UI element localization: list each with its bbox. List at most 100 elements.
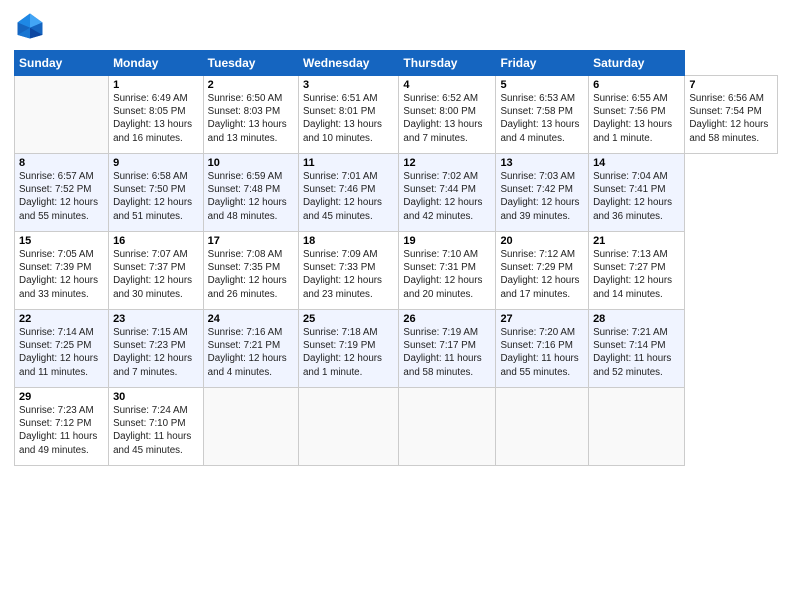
daylight: Daylight: 12 hours and 30 minutes. — [113, 275, 192, 299]
sunrise: Sunrise: 6:58 AM — [113, 171, 188, 182]
daylight: Daylight: 12 hours and 55 minutes. — [19, 197, 98, 221]
daylight: Daylight: 12 hours and 39 minutes. — [500, 197, 579, 221]
day-info: Sunrise: 6:52 AM Sunset: 8:00 PM Dayligh… — [403, 92, 491, 145]
day-info: Sunrise: 7:20 AM Sunset: 7:16 PM Dayligh… — [500, 326, 584, 379]
day-number: 20 — [500, 235, 584, 247]
calendar-week-3: 15 Sunrise: 7:05 AM Sunset: 7:39 PM Dayl… — [15, 232, 778, 310]
day-number: 22 — [19, 313, 104, 325]
day-number: 27 — [500, 313, 584, 325]
daylight: Daylight: 12 hours and 17 minutes. — [500, 275, 579, 299]
sunset: Sunset: 7:25 PM — [19, 340, 91, 351]
logo-icon — [14, 10, 46, 42]
daylight: Daylight: 12 hours and 58 minutes. — [689, 119, 768, 143]
day-number: 1 — [113, 79, 199, 91]
sunset: Sunset: 7:16 PM — [500, 340, 572, 351]
table-row — [399, 388, 496, 466]
calendar-body: 1 Sunrise: 6:49 AM Sunset: 8:05 PM Dayli… — [15, 76, 778, 466]
day-number: 25 — [303, 313, 394, 325]
daylight: Daylight: 12 hours and 7 minutes. — [113, 353, 192, 377]
day-number: 8 — [19, 157, 104, 169]
day-info: Sunrise: 6:50 AM Sunset: 8:03 PM Dayligh… — [208, 92, 294, 145]
sunset: Sunset: 7:41 PM — [593, 184, 665, 195]
table-row — [496, 388, 589, 466]
sunrise: Sunrise: 7:24 AM — [113, 405, 188, 416]
day-info: Sunrise: 6:55 AM Sunset: 7:56 PM Dayligh… — [593, 92, 680, 145]
daylight: Daylight: 12 hours and 26 minutes. — [208, 275, 287, 299]
day-info: Sunrise: 6:59 AM Sunset: 7:48 PM Dayligh… — [208, 170, 294, 223]
sunrise: Sunrise: 7:12 AM — [500, 249, 575, 260]
day-info: Sunrise: 6:58 AM Sunset: 7:50 PM Dayligh… — [113, 170, 199, 223]
sunrise: Sunrise: 6:53 AM — [500, 93, 575, 104]
daylight: Daylight: 11 hours and 52 minutes. — [593, 353, 671, 377]
sunset: Sunset: 7:35 PM — [208, 262, 280, 273]
daylight: Daylight: 13 hours and 16 minutes. — [113, 119, 192, 143]
sunset: Sunset: 7:27 PM — [593, 262, 665, 273]
sunset: Sunset: 7:33 PM — [303, 262, 375, 273]
day-info: Sunrise: 7:02 AM Sunset: 7:44 PM Dayligh… — [403, 170, 491, 223]
table-row: 12 Sunrise: 7:02 AM Sunset: 7:44 PM Dayl… — [399, 154, 496, 232]
day-number: 28 — [593, 313, 680, 325]
day-info: Sunrise: 7:18 AM Sunset: 7:19 PM Dayligh… — [303, 326, 394, 379]
day-number: 30 — [113, 391, 199, 403]
sunset: Sunset: 7:19 PM — [303, 340, 375, 351]
sunrise: Sunrise: 6:56 AM — [689, 93, 764, 104]
daylight: Daylight: 13 hours and 7 minutes. — [403, 119, 482, 143]
daylight: Daylight: 12 hours and 51 minutes. — [113, 197, 192, 221]
day-info: Sunrise: 7:24 AM Sunset: 7:10 PM Dayligh… — [113, 404, 199, 457]
sunrise: Sunrise: 7:23 AM — [19, 405, 94, 416]
table-row: 3 Sunrise: 6:51 AM Sunset: 8:01 PM Dayli… — [298, 76, 398, 154]
table-row: 19 Sunrise: 7:10 AM Sunset: 7:31 PM Dayl… — [399, 232, 496, 310]
day-info: Sunrise: 7:12 AM Sunset: 7:29 PM Dayligh… — [500, 248, 584, 301]
daylight: Daylight: 12 hours and 14 minutes. — [593, 275, 672, 299]
day-number: 18 — [303, 235, 394, 247]
table-row: 10 Sunrise: 6:59 AM Sunset: 7:48 PM Dayl… — [203, 154, 298, 232]
table-row: 23 Sunrise: 7:15 AM Sunset: 7:23 PM Dayl… — [109, 310, 204, 388]
sunset: Sunset: 8:03 PM — [208, 106, 280, 117]
table-row: 27 Sunrise: 7:20 AM Sunset: 7:16 PM Dayl… — [496, 310, 589, 388]
table-row: 21 Sunrise: 7:13 AM Sunset: 7:27 PM Dayl… — [589, 232, 685, 310]
day-info: Sunrise: 6:53 AM Sunset: 7:58 PM Dayligh… — [500, 92, 584, 145]
table-row — [298, 388, 398, 466]
day-info: Sunrise: 7:19 AM Sunset: 7:17 PM Dayligh… — [403, 326, 491, 379]
table-row: 18 Sunrise: 7:09 AM Sunset: 7:33 PM Dayl… — [298, 232, 398, 310]
day-info: Sunrise: 7:23 AM Sunset: 7:12 PM Dayligh… — [19, 404, 104, 457]
daylight: Daylight: 11 hours and 58 minutes. — [403, 353, 481, 377]
col-tuesday: Tuesday — [203, 51, 298, 76]
table-row: 25 Sunrise: 7:18 AM Sunset: 7:19 PM Dayl… — [298, 310, 398, 388]
table-row: 28 Sunrise: 7:21 AM Sunset: 7:14 PM Dayl… — [589, 310, 685, 388]
sunrise: Sunrise: 7:03 AM — [500, 171, 575, 182]
sunset: Sunset: 7:42 PM — [500, 184, 572, 195]
sunset: Sunset: 7:52 PM — [19, 184, 91, 195]
sunrise: Sunrise: 7:14 AM — [19, 327, 94, 338]
daylight: Daylight: 12 hours and 1 minute. — [303, 353, 382, 377]
sunset: Sunset: 7:10 PM — [113, 418, 185, 429]
sunrise: Sunrise: 7:15 AM — [113, 327, 188, 338]
sunrise: Sunrise: 6:51 AM — [303, 93, 378, 104]
daylight: Daylight: 13 hours and 4 minutes. — [500, 119, 579, 143]
sunrise: Sunrise: 6:55 AM — [593, 93, 668, 104]
day-number: 13 — [500, 157, 584, 169]
sunrise: Sunrise: 6:52 AM — [403, 93, 478, 104]
sunset: Sunset: 7:12 PM — [19, 418, 91, 429]
table-row — [589, 388, 685, 466]
day-number: 3 — [303, 79, 394, 91]
table-row: 26 Sunrise: 7:19 AM Sunset: 7:17 PM Dayl… — [399, 310, 496, 388]
daylight: Daylight: 12 hours and 4 minutes. — [208, 353, 287, 377]
day-info: Sunrise: 6:56 AM Sunset: 7:54 PM Dayligh… — [689, 92, 773, 145]
sunrise: Sunrise: 7:08 AM — [208, 249, 283, 260]
table-row — [15, 76, 109, 154]
day-info: Sunrise: 7:07 AM Sunset: 7:37 PM Dayligh… — [113, 248, 199, 301]
day-number: 17 — [208, 235, 294, 247]
sunrise: Sunrise: 7:10 AM — [403, 249, 478, 260]
day-info: Sunrise: 7:16 AM Sunset: 7:21 PM Dayligh… — [208, 326, 294, 379]
table-row: 6 Sunrise: 6:55 AM Sunset: 7:56 PM Dayli… — [589, 76, 685, 154]
sunset: Sunset: 7:46 PM — [303, 184, 375, 195]
calendar-week-5: 29 Sunrise: 7:23 AM Sunset: 7:12 PM Dayl… — [15, 388, 778, 466]
table-row: 8 Sunrise: 6:57 AM Sunset: 7:52 PM Dayli… — [15, 154, 109, 232]
day-info: Sunrise: 7:13 AM Sunset: 7:27 PM Dayligh… — [593, 248, 680, 301]
day-info: Sunrise: 7:21 AM Sunset: 7:14 PM Dayligh… — [593, 326, 680, 379]
sunrise: Sunrise: 6:59 AM — [208, 171, 283, 182]
table-row: 14 Sunrise: 7:04 AM Sunset: 7:41 PM Dayl… — [589, 154, 685, 232]
day-number: 9 — [113, 157, 199, 169]
table-row: 11 Sunrise: 7:01 AM Sunset: 7:46 PM Dayl… — [298, 154, 398, 232]
